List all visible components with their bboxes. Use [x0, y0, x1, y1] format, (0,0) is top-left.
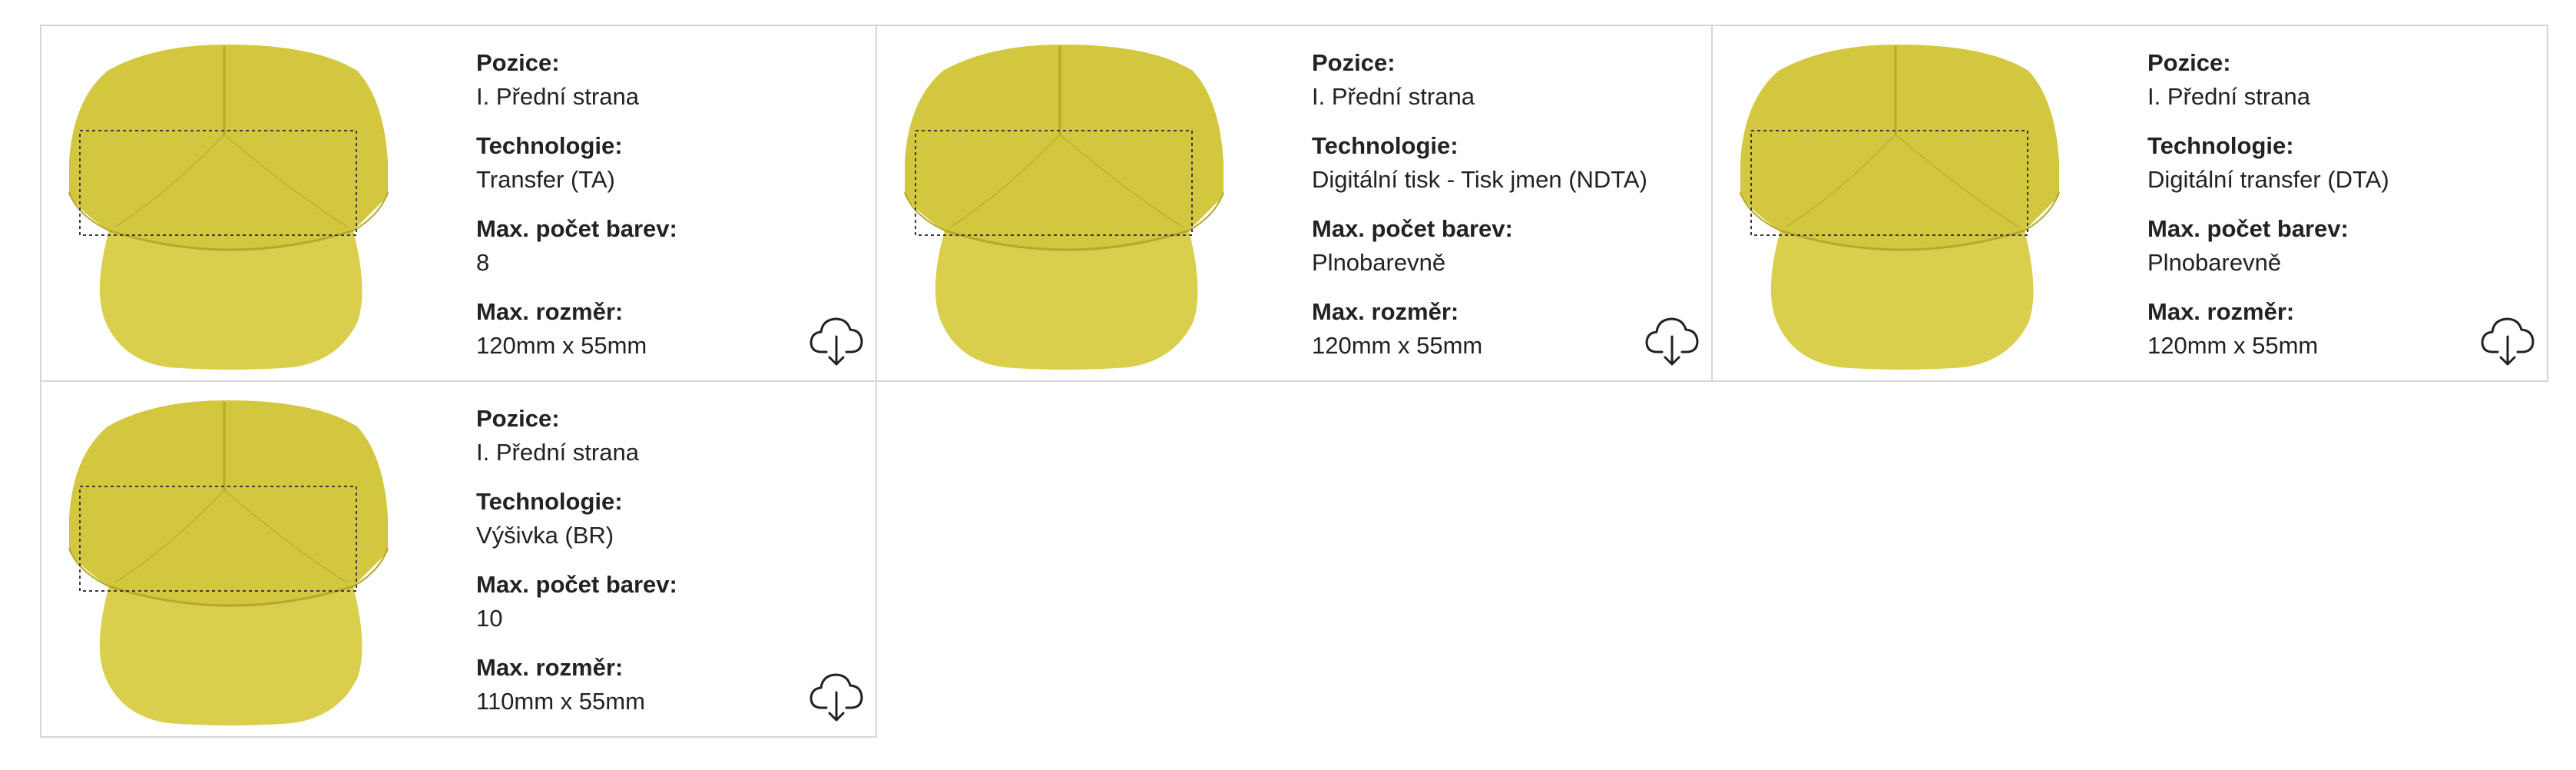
position-label: Pozice:	[1312, 49, 1396, 76]
position-label: Pozice:	[476, 405, 560, 432]
max-size-value: 110mm x 55mm	[476, 688, 645, 715]
technology-value: Výšivka (BR)	[476, 522, 614, 549]
print-option-card: Pozice: I. Přední strana Technologie: Vý…	[40, 380, 877, 738]
position-value: I. Přední strana	[476, 439, 639, 466]
technology-value: Digitální transfer (DTA)	[2147, 166, 2389, 193]
position-value: I. Přední strana	[1312, 83, 1475, 110]
print-options-grid: Pozice: I. Přední strana Technologie: Tr…	[40, 25, 2548, 738]
print-option-card: Pozice: I. Přední strana Technologie: Di…	[876, 25, 1713, 382]
print-option-details: Pozice: I. Přední strana Technologie: Di…	[2147, 46, 2531, 378]
print-option-card: Pozice: I. Přední strana Technologie: Di…	[1711, 25, 2548, 382]
max-size-label: Max. rozměr:	[1312, 298, 1459, 325]
position-label: Pozice:	[2147, 49, 2231, 76]
technology-label: Technologie:	[476, 488, 623, 515]
cap-product-image	[68, 45, 389, 370]
cap-product-image	[68, 400, 389, 725]
technology-label: Technologie:	[1312, 132, 1459, 159]
print-option-card: Pozice: I. Přední strana Technologie: Tr…	[40, 25, 877, 382]
max-size-value: 120mm x 55mm	[1312, 332, 1483, 359]
max-colors-label: Max. počet barev:	[2147, 215, 2349, 242]
technology-label: Technologie:	[476, 132, 623, 159]
print-option-details: Pozice: I. Přední strana Technologie: Tr…	[476, 46, 860, 378]
position-value: I. Přední strana	[2147, 83, 2310, 110]
cap-product-image	[1740, 45, 2060, 370]
technology-label: Technologie:	[2147, 132, 2294, 159]
max-size-value: 120mm x 55mm	[2147, 332, 2319, 359]
position-label: Pozice:	[476, 49, 560, 76]
max-size-value: 120mm x 55mm	[476, 332, 647, 359]
max-colors-value: Plnobarevně	[1312, 249, 1446, 276]
technology-value: Transfer (TA)	[476, 166, 615, 193]
cloud-download-icon[interactable]	[2481, 314, 2535, 367]
technology-value: Digitální tisk - Tisk jmen (NDTA)	[1312, 166, 1647, 193]
max-colors-label: Max. počet barev:	[476, 215, 677, 242]
cloud-download-icon[interactable]	[810, 314, 863, 367]
max-colors-label: Max. počet barev:	[476, 571, 677, 598]
print-option-details: Pozice: I. Přední strana Technologie: Di…	[1312, 46, 1696, 378]
max-colors-value: 8	[476, 249, 490, 276]
max-colors-label: Max. počet barev:	[1312, 215, 1513, 242]
position-value: I. Přední strana	[476, 83, 639, 110]
print-option-details: Pozice: I. Přední strana Technologie: Vý…	[476, 402, 860, 734]
cloud-download-icon[interactable]	[1645, 314, 1699, 367]
max-size-label: Max. rozměr:	[476, 654, 624, 681]
max-size-label: Max. rozměr:	[476, 298, 624, 325]
max-colors-value: Plnobarevně	[2147, 249, 2282, 276]
max-size-label: Max. rozměr:	[2147, 298, 2295, 325]
cloud-download-icon[interactable]	[810, 669, 863, 723]
cap-product-image	[904, 45, 1224, 370]
max-colors-value: 10	[476, 605, 503, 632]
